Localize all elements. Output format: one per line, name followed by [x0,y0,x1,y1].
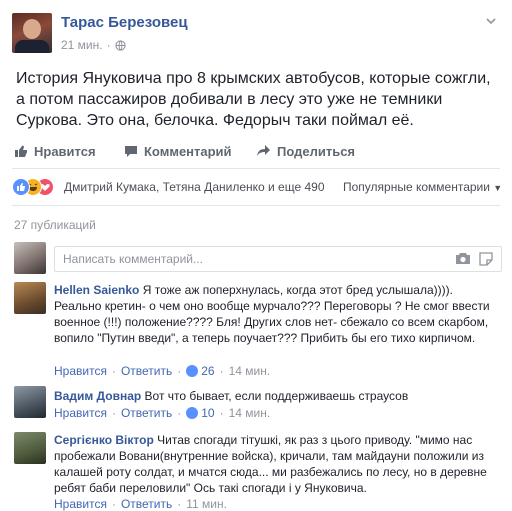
comment-item: Сергієнко Віктор Читав спогади тітушкі, … [54,432,500,496]
comment-like-link[interactable]: Нравится [54,364,107,378]
post-meta: 21 мин. · [61,38,126,52]
thumbs-up-icon [15,145,27,157]
comment-input-placeholder: Написать комментарий... [63,252,204,266]
comment-author[interactable]: Вадим Довнар [54,389,141,403]
camera-icon[interactable] [455,252,471,265]
globe-icon [114,39,126,51]
comment-reply-link[interactable]: Ответить [121,406,172,420]
reaction-summary[interactable]: Дмитрий Кумака, Тетяна Даниленко и еще 4… [64,180,325,194]
comment-time[interactable]: 14 мин. [229,406,271,420]
comment-reply-link[interactable]: Ответить [121,364,172,378]
comment-meta: Нравится · Ответить · 10 · 14 мин. [54,406,270,420]
like-label: Нравится [34,143,96,159]
comment-button[interactable]: Комментарий [124,140,232,162]
like-reaction-icon [12,178,30,196]
comment-time[interactable]: 14 мин. [229,364,271,378]
comment-input[interactable]: Написать комментарий... [54,246,502,272]
comment-author[interactable]: Hellen Saienko [54,283,139,297]
sticker-icon[interactable] [479,252,493,266]
comment-sort-dropdown[interactable]: Популярные комментарии ▼ [343,180,502,194]
thumbs-up-icon [186,365,199,377]
post-action-bar: Нравится Комментарий Поделиться [0,140,512,162]
share-button[interactable]: Поделиться [256,140,355,162]
separator-dot: · [219,364,224,378]
publications-count[interactable]: 27 публикаций [14,218,96,232]
comment-like-count[interactable]: 26 [186,364,215,378]
separator-dot: · [219,406,224,420]
comment-meta: Нравится · Ответить · 11 мин. [54,497,227,511]
like-button[interactable]: Нравится [14,140,96,162]
separator-dot: · [111,406,116,420]
comment-like-link[interactable]: Нравится [54,406,107,420]
comment-icon [125,146,137,157]
like-count-value: 10 [201,406,215,420]
divider [12,205,500,206]
post-author-name[interactable]: Тарас Березовец [61,14,188,31]
comment-author[interactable]: Сергієнко Віктор [54,433,154,447]
separator-dot: · [177,406,182,420]
comment-reply-link[interactable]: Ответить [121,497,172,511]
comment-item: Вадим Довнар Вот что бывает, если поддер… [54,388,500,404]
author-avatar[interactable] [12,13,52,53]
like-count-value: 26 [201,364,215,378]
thumbs-up-icon [186,407,199,419]
caret-down-icon: ▼ [493,183,503,193]
facebook-post-card: Тарас Березовец 21 мин. · История Януков… [0,0,512,511]
separator-dot: · [106,38,111,52]
separator-dot: · [177,364,182,378]
commenter-avatar[interactable] [14,432,46,464]
current-user-avatar [14,242,46,274]
post-time[interactable]: 21 мин. [61,38,103,52]
comment-meta: Нравится · Ответить · 26 · 14 мин. [54,364,270,378]
commenter-avatar[interactable] [14,386,46,418]
comment-like-count[interactable]: 10 [186,406,215,420]
share-label: Поделиться [277,143,356,159]
commenter-avatar[interactable] [14,282,46,314]
comment-like-link[interactable]: Нравится [54,497,107,511]
separator-dot: · [111,497,116,511]
post-text: История Януковича про 8 крымских автобус… [16,70,491,129]
sort-label: Популярные комментарии [343,180,490,194]
divider [12,168,500,169]
separator-dot: · [177,497,182,511]
separator-dot: · [111,364,116,378]
comment-item: Hellen Saienko Я тоже аж поперхнулась, к… [54,282,500,346]
comment-time[interactable]: 11 мин. [186,497,227,511]
chevron-down-icon[interactable] [484,14,498,28]
comment-text: Вот что бывает, если поддерживаешь страу… [144,389,409,403]
comment-label: Комментарий [144,143,232,159]
share-arrow-icon [257,145,270,156]
